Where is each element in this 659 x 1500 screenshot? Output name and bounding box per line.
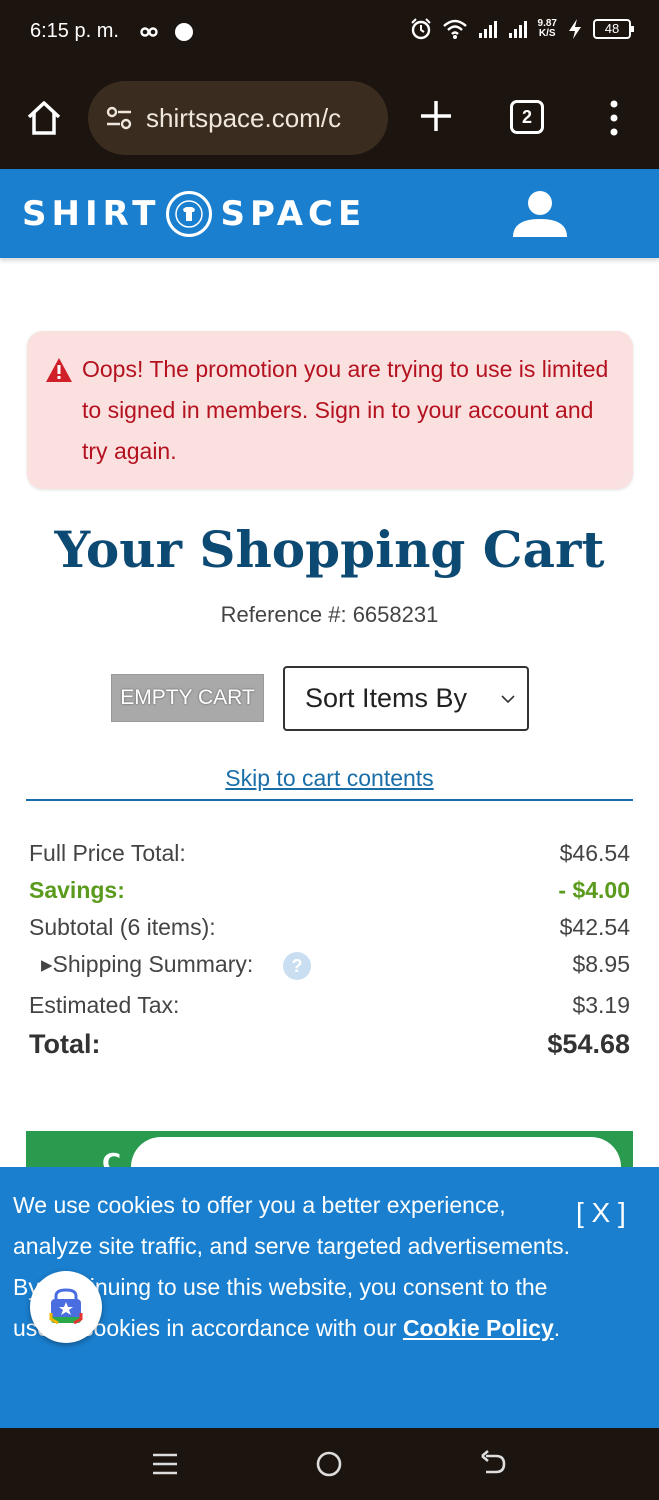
wifi-icon [442,19,467,39]
status-system-icons: 9.87 K/S 48 [410,18,634,40]
subtotal-value: $42.54 [559,914,630,940]
help-icon[interactable]: ? [283,952,311,980]
summary-row-full-price: Full Price Total: $46.54 [29,840,630,877]
sort-select-label: Sort Items By [305,683,468,713]
signal-icon-2 [508,21,527,38]
total-value: $54.68 [547,1029,630,1059]
tax-value: $3.19 [572,992,630,1018]
divider [26,799,633,801]
savings-value: - $4.00 [558,877,630,903]
chevron-down-icon [501,695,515,704]
checkout-pill-shape [131,1137,621,1171]
warning-icon [46,358,72,382]
account-icon[interactable] [510,189,570,241]
recent-apps-icon[interactable] [149,1448,181,1480]
sort-items-select[interactable]: Sort Items By [283,666,529,731]
reference-number: Reference #: 6658231 [220,602,439,627]
signal-icon [478,21,497,38]
summary-row-tax: Estimated Tax: $3.19 [29,992,630,1029]
checkout-button[interactable]: C [26,1131,633,1171]
summary-row-subtotal: Subtotal (6 items): $42.54 [29,914,630,951]
tax-label: Estimated Tax: [29,992,180,1018]
order-summary: Full Price Total: $46.54 Savings: - $4.0… [29,840,630,1066]
system-nav-bar [0,1428,659,1500]
cookie-policy-link[interactable]: Cookie Policy [403,1315,554,1341]
alert-message: Oops! The promotion you are trying to us… [82,356,609,464]
charging-icon [569,19,581,39]
site-settings-icon[interactable] [104,103,134,133]
summary-row-savings: Savings: - $4.00 [29,877,630,914]
empty-cart-button[interactable]: EMPTY CART [111,674,264,722]
home-nav-icon[interactable] [313,1448,345,1480]
status-bar: 6:15 p. m. 9.87 K/S 48 [0,0,659,66]
status-notification-icons [140,22,194,42]
promotion-alert: Oops! The promotion you are trying to us… [27,331,633,489]
page-title: Your Shopping Cart [54,520,605,579]
shipping-summary-toggle[interactable]: ▸Shipping Summary: [41,951,253,978]
summary-row-shipping: ▸Shipping Summary: ? $8.95 [29,951,630,988]
cookie-close-button[interactable]: [ X ] [576,1197,626,1229]
site-logo[interactable]: SHIRT SPACE [22,191,366,237]
cookie-period: . [553,1315,561,1341]
home-icon[interactable] [24,98,64,138]
shipping-value: $8.95 [572,951,630,977]
skip-to-cart-link[interactable]: Skip to cart contents [0,765,659,792]
infinity-icon [140,27,158,37]
more-menu-icon[interactable] [604,98,624,138]
full-price-label: Full Price Total: [29,840,186,866]
browser-toolbar: shirtspace.com/c 2 [0,66,659,169]
subtotal-label: Subtotal (6 items): [29,914,216,940]
new-tab-icon[interactable] [416,96,456,136]
tab-switcher-button[interactable]: 2 [510,100,544,134]
battery-indicator: 48 [593,19,634,39]
net-speed-unit: K/S [538,28,556,39]
logo-text-left: SHIRT [22,194,161,234]
shopping-assistant-fab[interactable] [30,1271,102,1343]
logo-seal-icon [166,191,213,237]
url-text: shirtspace.com/c [146,102,342,133]
site-header: SHIRT SPACE [0,169,659,258]
shopping-bag-icon [49,1288,83,1325]
alarm-icon [410,18,431,40]
summary-row-total: Total: $54.68 [29,1029,630,1066]
logo-text-right: SPACE [220,194,367,234]
net-speed: 9.87 K/S [538,19,557,39]
status-time: 6:15 p. m. [30,20,119,42]
address-bar[interactable]: shirtspace.com/c [88,81,388,155]
total-label: Total: [29,1029,101,1059]
savings-label: Savings: [29,877,125,903]
full-price-value: $46.54 [559,840,630,866]
dot-icon [175,23,193,41]
back-icon[interactable] [478,1448,510,1480]
